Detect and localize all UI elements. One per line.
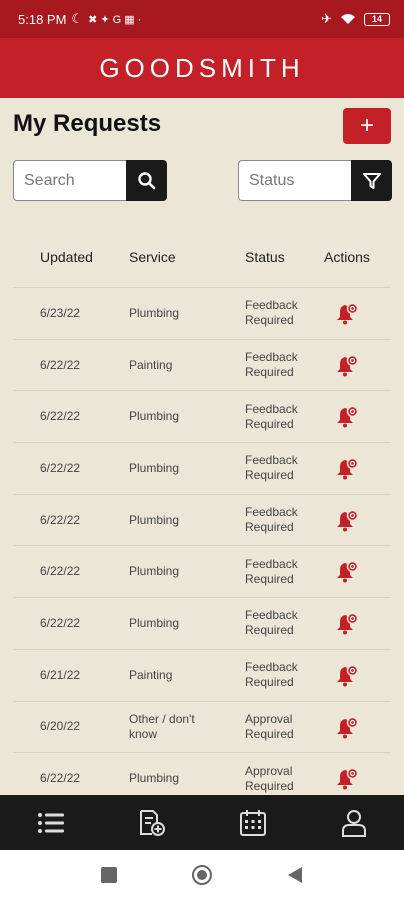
clock: 5:18 PM bbox=[18, 11, 67, 27]
plus-icon: + bbox=[359, 112, 374, 139]
cell-updated: 6/22/22 bbox=[40, 409, 81, 424]
cell-status: Feedback Required bbox=[245, 505, 298, 535]
search-icon bbox=[137, 171, 155, 189]
add-document-icon bbox=[139, 809, 165, 836]
search-group bbox=[13, 160, 167, 201]
bell-alert-icon[interactable] bbox=[335, 405, 359, 429]
table-row[interactable]: 6/21/22 Painting Feedback Required bbox=[13, 650, 391, 702]
cell-service: Plumbing bbox=[129, 305, 180, 320]
nav-requests[interactable] bbox=[31, 803, 71, 843]
cell-status: Approval Required bbox=[245, 763, 294, 793]
bell-alert-icon[interactable] bbox=[335, 716, 359, 740]
cell-updated: 6/22/22 bbox=[40, 564, 81, 579]
bell-alert-icon[interactable] bbox=[335, 457, 359, 481]
cell-updated: 6/22/22 bbox=[40, 357, 81, 372]
app-header: GOODSMITH bbox=[0, 38, 404, 98]
bottom-nav bbox=[0, 795, 404, 850]
bell-alert-icon[interactable] bbox=[335, 767, 359, 791]
airplane-icon: ✈ bbox=[321, 11, 332, 26]
cell-service: Painting bbox=[129, 667, 173, 682]
back-button[interactable] bbox=[287, 866, 303, 884]
cell-status: Feedback Required bbox=[245, 660, 298, 690]
recents-button[interactable] bbox=[101, 867, 117, 883]
cell-updated: 6/23/22 bbox=[40, 305, 81, 320]
table-row[interactable]: 6/23/22 Plumbing Feedback Required bbox=[13, 288, 391, 340]
cell-updated: 6/22/22 bbox=[40, 460, 81, 475]
header-status[interactable]: Status bbox=[245, 249, 285, 265]
page-title: My Requests bbox=[13, 110, 162, 137]
cell-updated: 6/22/22 bbox=[40, 771, 81, 786]
add-request-button[interactable]: + bbox=[343, 108, 391, 144]
notification-icons: ✖ ✦ G ▦ · bbox=[88, 13, 142, 26]
cell-status: Feedback Required bbox=[245, 298, 298, 328]
requests-table: Updated Service Status Actions 6/23/22 P… bbox=[13, 226, 391, 805]
cell-service: Painting bbox=[129, 357, 173, 372]
cell-status: Feedback Required bbox=[245, 453, 298, 483]
status-bar: 5:18 PM ☾ ✖ ✦ G ▦ · ✈ 14 bbox=[0, 0, 404, 38]
table-row[interactable]: 6/22/22 Plumbing Feedback Required bbox=[13, 495, 391, 547]
table-row[interactable]: 6/22/22 Painting Feedback Required bbox=[13, 340, 391, 392]
list-icon bbox=[37, 812, 64, 833]
calendar-icon bbox=[239, 809, 266, 836]
table-row[interactable]: 6/20/22 Other / don't know Approval Requ… bbox=[13, 702, 391, 754]
table-row[interactable]: 6/22/22 Plumbing Feedback Required bbox=[13, 443, 391, 495]
filter-button[interactable] bbox=[351, 160, 392, 201]
table-row[interactable]: 6/22/22 Plumbing Feedback Required bbox=[13, 598, 391, 650]
nav-calendar[interactable] bbox=[233, 803, 273, 843]
header-actions: Actions bbox=[324, 248, 370, 265]
cell-status: Feedback Required bbox=[245, 350, 298, 380]
bell-alert-icon[interactable] bbox=[335, 302, 359, 326]
battery-icon: 14 bbox=[364, 12, 390, 26]
filter-icon bbox=[362, 172, 381, 189]
nav-new-request[interactable] bbox=[132, 803, 172, 843]
profile-icon bbox=[341, 809, 366, 837]
cell-service: Plumbing bbox=[129, 512, 180, 527]
header-updated[interactable]: Updated bbox=[40, 249, 93, 265]
cell-status: Feedback Required bbox=[245, 556, 298, 586]
cell-service: Plumbing bbox=[129, 771, 180, 786]
cell-updated: 6/22/22 bbox=[40, 615, 81, 630]
cell-status: Approval Required bbox=[245, 711, 294, 741]
status-input[interactable] bbox=[238, 160, 351, 201]
cell-service: Other / don't know bbox=[129, 711, 195, 741]
wifi-icon bbox=[341, 14, 355, 24]
cell-status: Feedback Required bbox=[245, 608, 298, 638]
search-input[interactable] bbox=[13, 160, 126, 201]
home-button[interactable] bbox=[192, 865, 212, 885]
bell-alert-icon[interactable] bbox=[335, 664, 359, 688]
cell-updated: 6/22/22 bbox=[40, 512, 81, 527]
cell-status: Feedback Required bbox=[245, 401, 298, 431]
cell-service: Plumbing bbox=[129, 615, 180, 630]
table-header: Updated Service Status Actions bbox=[13, 226, 391, 288]
brand-logo: GOODSMITH bbox=[99, 52, 305, 83]
nav-profile[interactable] bbox=[334, 803, 374, 843]
android-navigation-bar bbox=[0, 850, 404, 900]
status-filter-group bbox=[238, 160, 392, 201]
cell-updated: 6/21/22 bbox=[40, 667, 81, 682]
search-button[interactable] bbox=[126, 160, 167, 201]
bell-alert-icon[interactable] bbox=[335, 354, 359, 378]
table-row[interactable]: 6/22/22 Plumbing Feedback Required bbox=[13, 546, 391, 599]
moon-icon: ☾ bbox=[71, 11, 84, 26]
table-row[interactable]: 6/22/22 Plumbing Feedback Required bbox=[13, 391, 391, 444]
bell-alert-icon[interactable] bbox=[335, 612, 359, 636]
cell-service: Plumbing bbox=[129, 409, 180, 424]
cell-service: Plumbing bbox=[129, 460, 180, 475]
bell-alert-icon[interactable] bbox=[335, 560, 359, 584]
header-service[interactable]: Service bbox=[129, 249, 176, 265]
cell-updated: 6/20/22 bbox=[40, 719, 81, 734]
cell-service: Plumbing bbox=[129, 564, 180, 579]
bell-alert-icon[interactable] bbox=[335, 509, 359, 533]
